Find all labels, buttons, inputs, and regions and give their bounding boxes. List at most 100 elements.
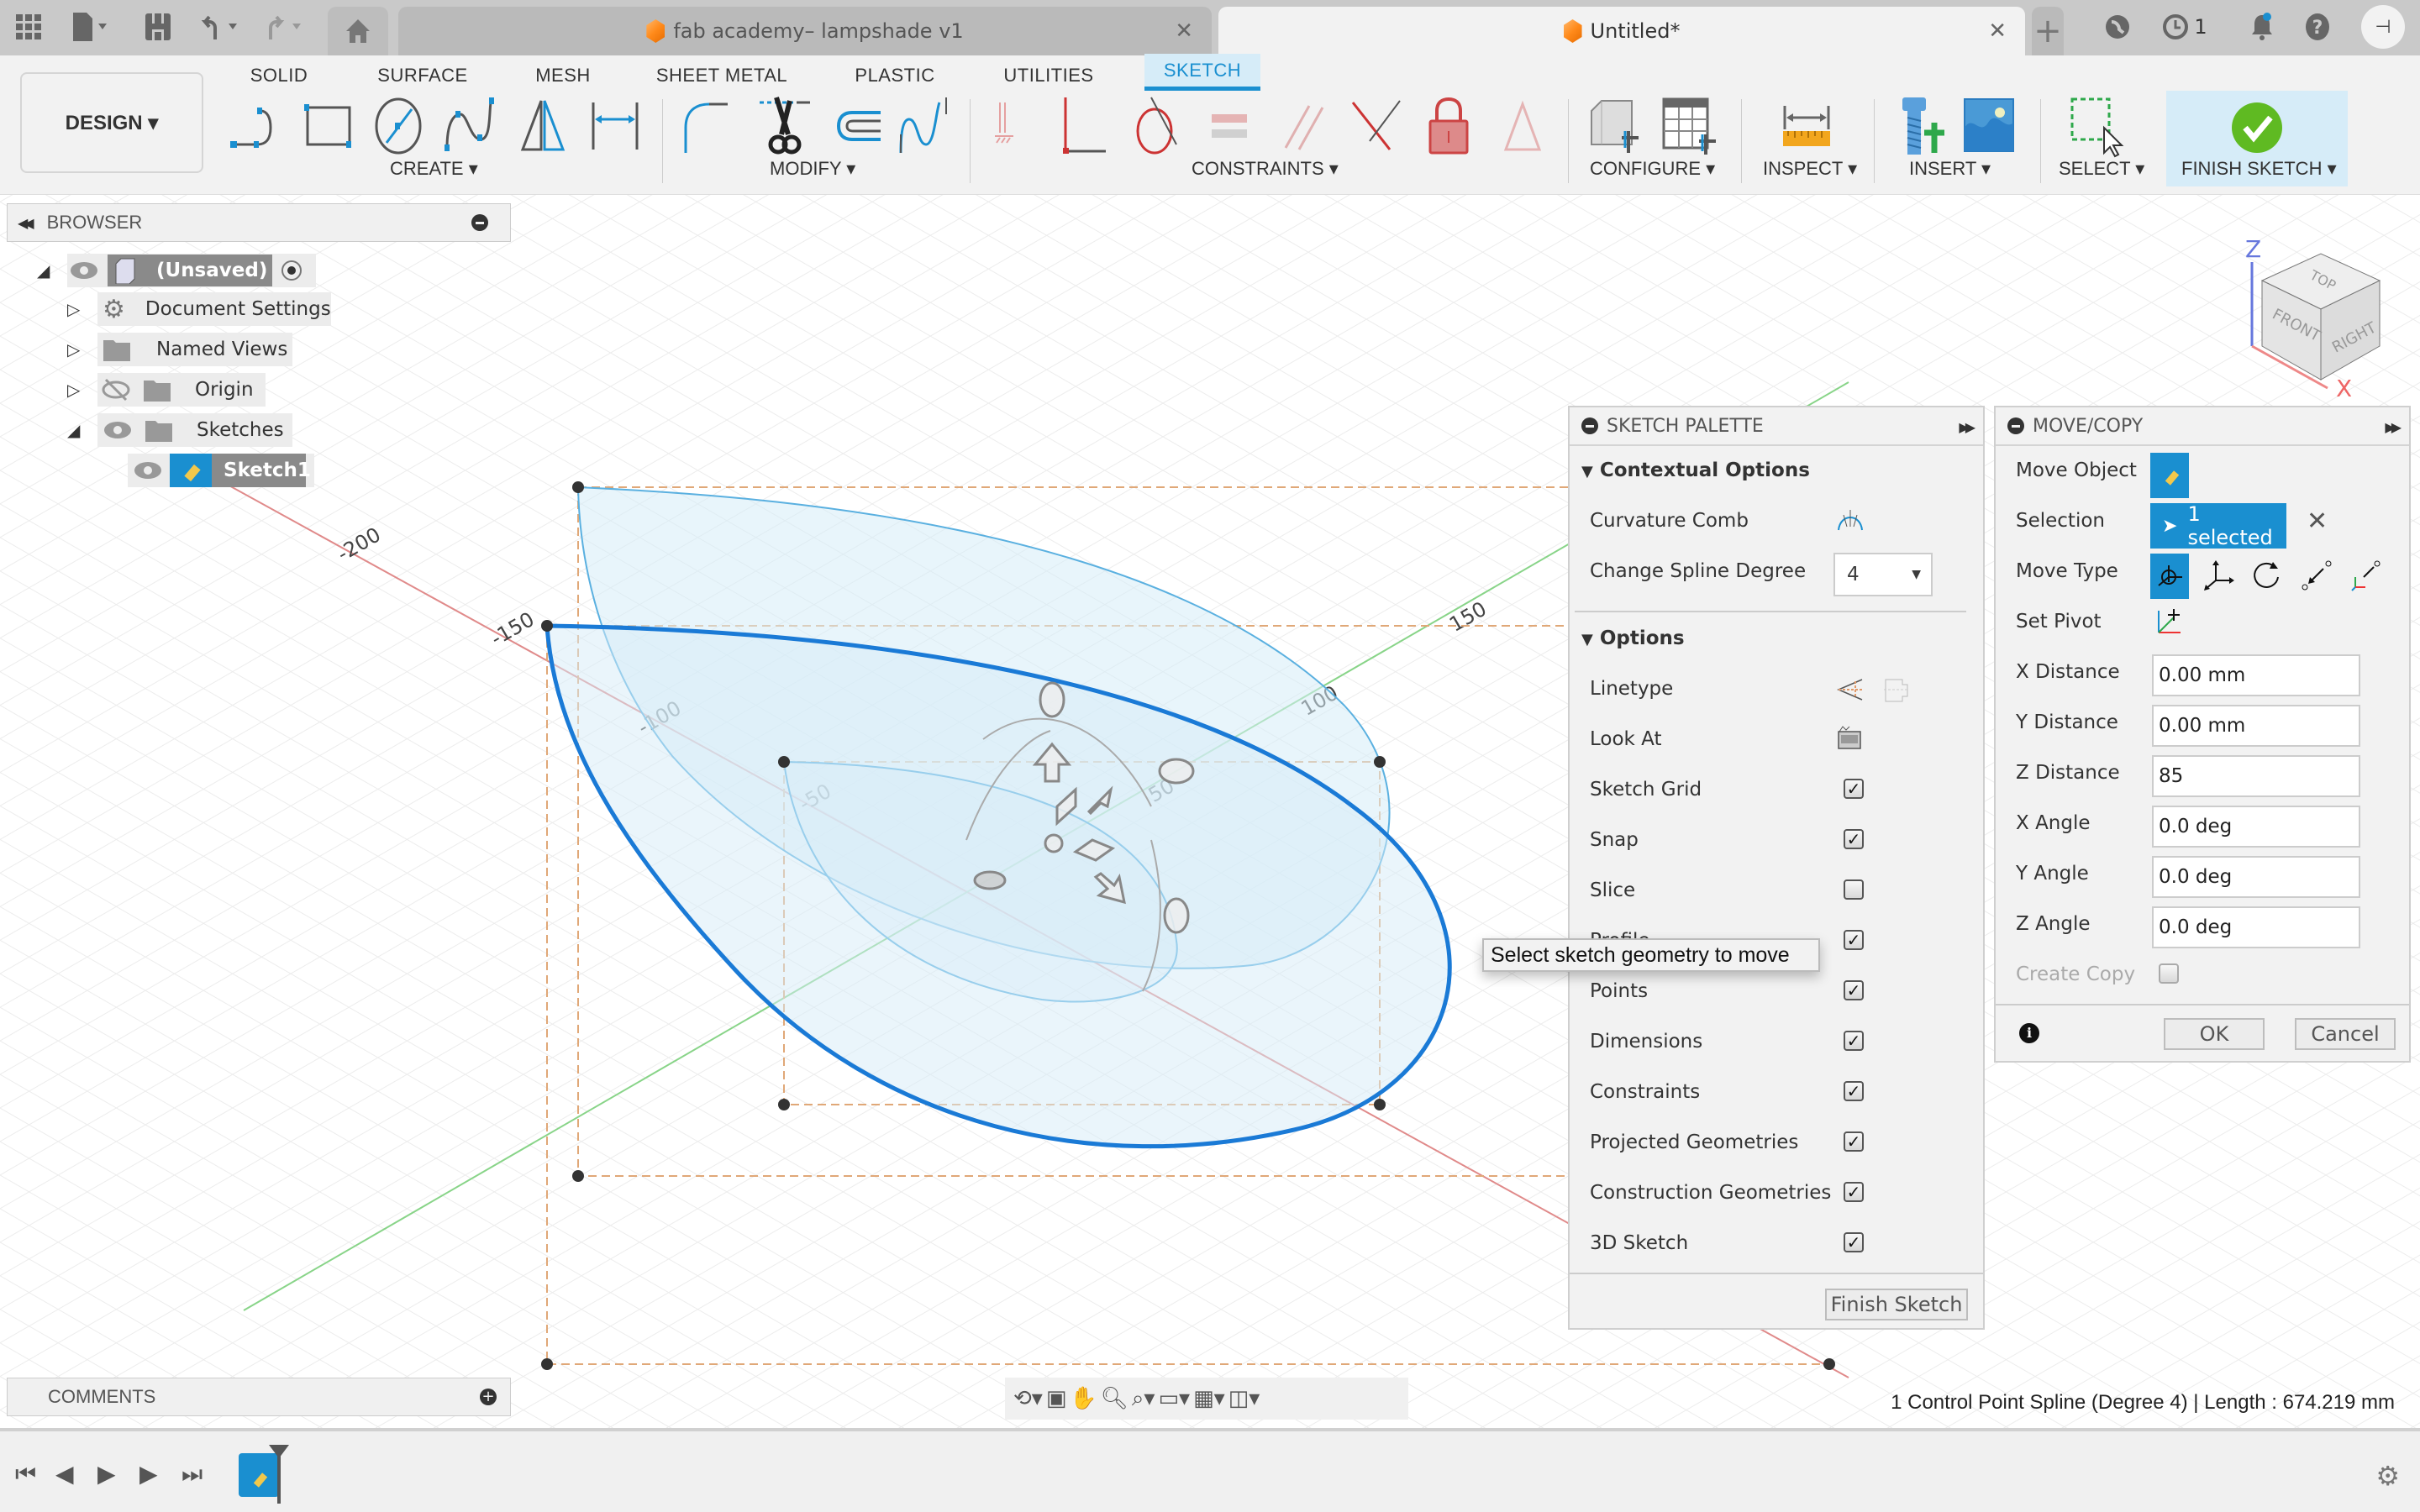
- equal-constraint-icon[interactable]: [1198, 94, 1262, 158]
- sketch-scale-tool-icon[interactable]: [894, 94, 958, 158]
- y-distance-input[interactable]: 0.00 mm: [2152, 705, 2360, 747]
- tangent-constraint-icon[interactable]: [1126, 94, 1190, 158]
- configure-parameters-icon[interactable]: [1581, 94, 1649, 158]
- go-to-start-icon[interactable]: ⏮: [15, 1460, 36, 1488]
- offset-tool-icon[interactable]: [822, 94, 886, 158]
- browser-pin-icon[interactable]: [471, 214, 488, 231]
- step-forward-icon[interactable]: ▶: [139, 1460, 158, 1488]
- tab-surface[interactable]: SURFACE: [370, 59, 476, 92]
- undo-icon[interactable]: [198, 10, 249, 44]
- home-tab[interactable]: [328, 7, 388, 55]
- insert-canvas-icon[interactable]: [1958, 94, 2022, 158]
- view-cube[interactable]: Z X TOP FRONT RIGHT: [2227, 228, 2420, 402]
- collapse-browser-icon[interactable]: ◀◀: [18, 215, 34, 231]
- expand-triangle-icon[interactable]: ▷: [67, 380, 80, 400]
- user-avatar[interactable]: ⊣: [2361, 5, 2405, 49]
- timeline-sketch-feature[interactable]: [239, 1453, 279, 1497]
- inspect-menu[interactable]: INSPECT ▾: [1763, 158, 1857, 180]
- z-distance-input[interactable]: 85: [2152, 755, 2360, 797]
- redo-icon[interactable]: [262, 10, 313, 44]
- expand-panel-icon[interactable]: ▶▶: [2385, 419, 2401, 435]
- rotate-icon[interactable]: [2249, 559, 2283, 592]
- window-select-icon[interactable]: [2060, 94, 2128, 158]
- mirror-tool-icon[interactable]: [511, 94, 575, 158]
- browser-item-sketches[interactable]: Sketches: [97, 413, 292, 447]
- trim-tool-icon[interactable]: [753, 94, 817, 158]
- step-back-icon[interactable]: ◀: [55, 1460, 74, 1488]
- info-icon[interactable]: i: [2019, 1023, 2039, 1043]
- y-angle-input[interactable]: 0.0 deg: [2152, 856, 2360, 898]
- centerline-linetype-icon[interactable]: [1882, 676, 1909, 703]
- notifications-icon[interactable]: [2245, 10, 2279, 44]
- measure-icon[interactable]: [1773, 94, 1840, 158]
- move-object-sketch-button[interactable]: [2150, 453, 2189, 498]
- expand-triangle-icon[interactable]: ▷: [67, 339, 80, 360]
- eye-icon[interactable]: [101, 417, 134, 443]
- modify-menu[interactable]: MODIFY ▾: [770, 158, 855, 180]
- fix-constraint-icon[interactable]: [1417, 94, 1481, 158]
- zoom-window-icon[interactable]: ⌕▾: [1132, 1386, 1155, 1412]
- fillet-tool-icon[interactable]: [677, 94, 741, 158]
- x-distance-input[interactable]: 0.00 mm: [2152, 654, 2360, 696]
- activate-radio-icon[interactable]: [279, 258, 304, 283]
- clear-selection-icon[interactable]: ✕: [2307, 507, 2328, 536]
- create-copy-checkbox[interactable]: [2159, 963, 2179, 984]
- symmetry-constraint-icon[interactable]: [1491, 94, 1555, 158]
- tab-mesh[interactable]: MESH: [529, 59, 597, 92]
- move-type-free-button[interactable]: [2150, 554, 2189, 599]
- zoom-icon[interactable]: 🔍︎: [1101, 1386, 1128, 1411]
- play-icon[interactable]: ▶: [97, 1460, 116, 1488]
- projected-geometries-checkbox[interactable]: ✓: [1844, 1131, 1864, 1152]
- insert-menu[interactable]: INSERT ▾: [1909, 158, 1991, 180]
- minimize-icon[interactable]: [1581, 417, 1598, 434]
- point-to-position-icon[interactable]: [2349, 559, 2382, 592]
- expand-triangle-icon[interactable]: ◢: [37, 260, 50, 281]
- tab-plastic[interactable]: PLASTIC: [852, 59, 938, 92]
- parallel-constraint-icon[interactable]: [1274, 94, 1338, 158]
- select-menu[interactable]: SELECT ▾: [2059, 158, 2144, 180]
- app-grid-icon[interactable]: [12, 10, 45, 44]
- create-menu[interactable]: CREATE ▾: [390, 158, 478, 180]
- contextual-options-section[interactable]: ▼ Contextual Options: [1581, 459, 1810, 481]
- help-icon[interactable]: ?: [2301, 10, 2334, 44]
- browser-item-sketch1[interactable]: Sketch1: [128, 454, 314, 487]
- constraints-menu[interactable]: CONSTRAINTS ▾: [1192, 158, 1339, 180]
- insert-mcmaster-icon[interactable]: [1887, 94, 1951, 158]
- eye-icon[interactable]: [67, 258, 101, 283]
- spline-degree-select[interactable]: 4 ▼: [1833, 553, 1933, 596]
- close-tab-icon[interactable]: ✕: [1988, 18, 2007, 44]
- finish-sketch-menu[interactable]: FINISH SKETCH ▾: [2181, 158, 2337, 180]
- configure-table-icon[interactable]: [1655, 94, 1723, 158]
- finish-sketch-icon[interactable]: [2223, 94, 2291, 158]
- set-pivot-icon[interactable]: [2155, 607, 2184, 636]
- point-to-point-icon[interactable]: [2300, 559, 2333, 592]
- coincident-constraint-icon[interactable]: [985, 94, 1049, 158]
- construction-geometries-checkbox[interactable]: ✓: [1844, 1182, 1864, 1202]
- finish-sketch-button[interactable]: Finish Sketch: [1825, 1289, 1968, 1320]
- z-angle-input[interactable]: 0.0 deg: [2152, 906, 2360, 948]
- eye-icon[interactable]: [131, 458, 165, 483]
- tab-solid[interactable]: SOLID: [240, 59, 318, 92]
- profile-checkbox[interactable]: ✓: [1844, 930, 1864, 950]
- tab-sketch[interactable]: SKETCH: [1144, 54, 1260, 91]
- workspace-switcher[interactable]: DESIGN ▾: [20, 72, 203, 173]
- browser-item-named-views[interactable]: Named Views: [97, 333, 292, 366]
- tab-sheet-metal[interactable]: SHEET METAL: [652, 59, 792, 92]
- selection-button[interactable]: ➤ 1 selected: [2150, 502, 2286, 549]
- minimize-icon[interactable]: [2007, 417, 2024, 434]
- slice-checkbox[interactable]: [1844, 879, 1864, 900]
- translate-xyz-icon[interactable]: [2201, 557, 2239, 596]
- tab-untitled[interactable]: Untitled* ✕: [1218, 7, 2025, 55]
- perpendicular-constraint-icon[interactable]: [1054, 94, 1118, 158]
- sketch-grid-checkbox[interactable]: ✓: [1844, 779, 1864, 799]
- x-angle-input[interactable]: 0.0 deg: [2152, 806, 2360, 848]
- cancel-button[interactable]: Cancel: [2295, 1018, 2396, 1050]
- tab-utilities[interactable]: UTILITIES: [998, 59, 1099, 92]
- new-tab-button[interactable]: +: [2032, 7, 2064, 55]
- browser-item-document-settings[interactable]: ⚙ Document Settings: [97, 292, 331, 326]
- go-to-end-icon[interactable]: ⏭: [182, 1460, 203, 1488]
- ok-button[interactable]: OK: [2164, 1018, 2265, 1050]
- snap-checkbox[interactable]: ✓: [1844, 829, 1864, 849]
- browser-item-origin[interactable]: Origin: [97, 373, 266, 407]
- extensions-icon[interactable]: [2101, 10, 2134, 44]
